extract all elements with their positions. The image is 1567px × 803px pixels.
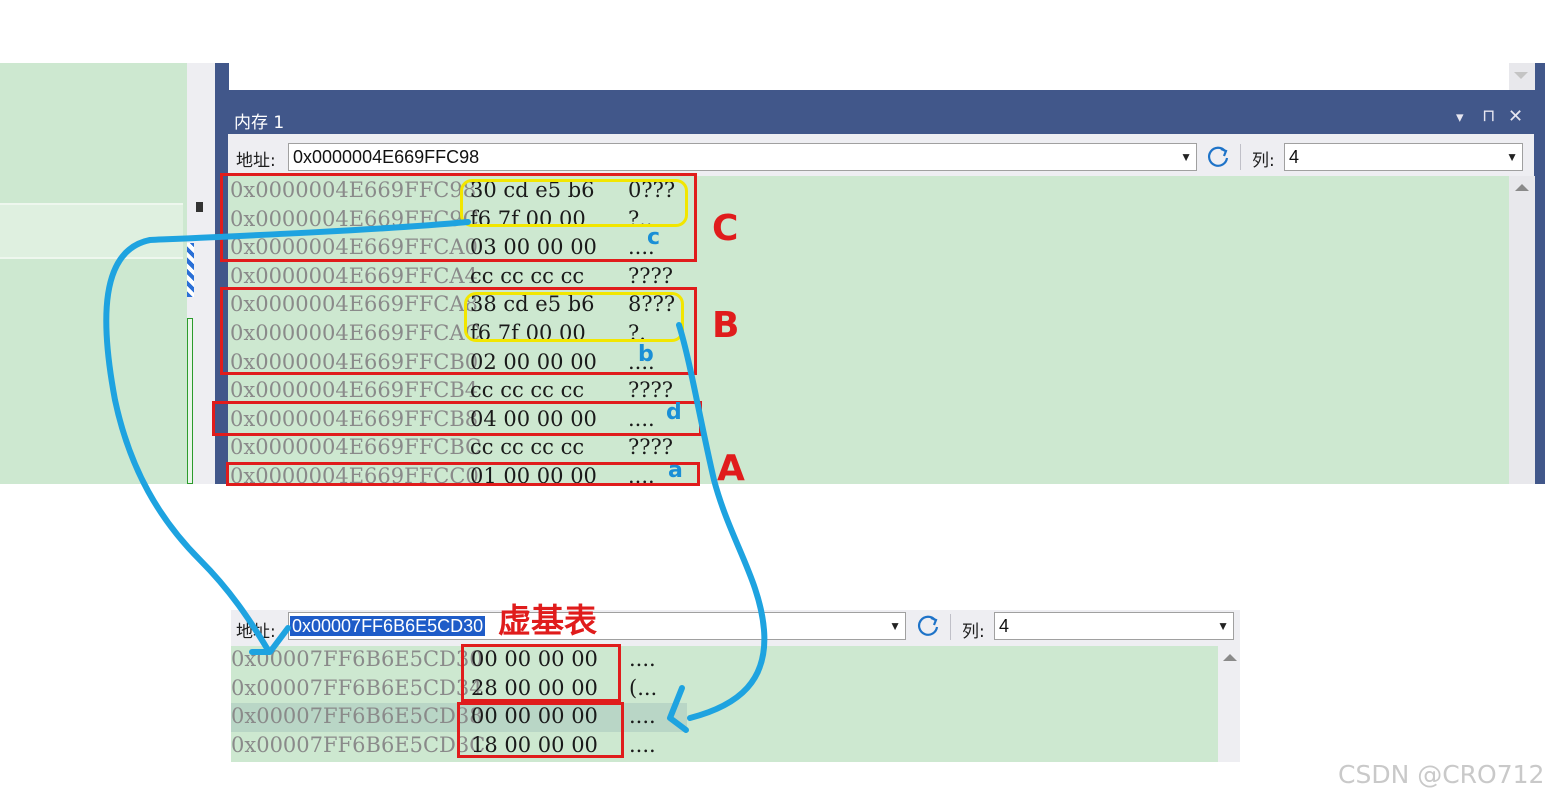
arrow-b-head: [667, 685, 689, 733]
watermark: CSDN @CRO712: [1338, 760, 1545, 789]
arrow-c-to-vbase: [103, 219, 471, 653]
arrow-overlay: [103, 219, 768, 733]
arrow-b-to-vbase: [676, 322, 768, 721]
